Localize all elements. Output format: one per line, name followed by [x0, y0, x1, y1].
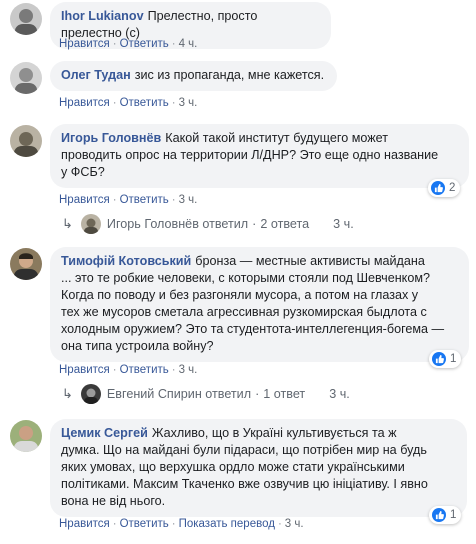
thumbs-up-icon	[432, 352, 446, 366]
comment-author[interactable]: Олег Тудан	[61, 68, 131, 82]
like-button[interactable]: Нравится	[59, 194, 110, 206]
comment-time[interactable]: 3 ч.	[179, 97, 198, 109]
show-translation-button[interactable]: Показать перевод	[179, 518, 275, 530]
reply-button[interactable]: Ответить	[120, 97, 169, 109]
comment-author[interactable]: Игорь Головнёв	[61, 131, 161, 145]
comment-author[interactable]: Цемик Сергей	[61, 426, 148, 440]
comment-time[interactable]: 3 ч.	[179, 364, 198, 376]
reply-button[interactable]: Ответить	[120, 38, 169, 50]
comment-text-line: холодным оружием? Это та студентота-инте…	[61, 322, 445, 336]
avatar[interactable]	[10, 248, 42, 280]
comment-actions: Нравится · Ответить · Показать перевод · 3 ч.	[59, 518, 304, 530]
comment-bubble: Тимофій Котовський бронза — местные актив…	[50, 247, 469, 362]
reaction-number: 2	[449, 182, 456, 194]
comment-text-line: вона не від нього.	[61, 494, 166, 508]
reply-button[interactable]: Ответить	[120, 364, 169, 376]
avatar[interactable]	[10, 3, 42, 35]
comment-text-line: Какой такой институт будущего может	[165, 131, 388, 145]
reaction-count[interactable]: 1	[429, 506, 462, 524]
replies-time: 3 ч.	[333, 217, 354, 231]
comment-text-line: Жахливо, що в Україні культивується та ж	[151, 426, 397, 440]
replies-count: 1 ответ	[263, 387, 306, 401]
reply-button[interactable]: Ответить	[120, 518, 169, 530]
thumbs-up-icon	[432, 508, 446, 522]
comment-text-line: політиками. Максим Ткаченко вже озвучив …	[61, 477, 428, 491]
comment-text-line: ... это те робкие человеки, с которыми с…	[61, 271, 430, 285]
reaction-number: 1	[450, 353, 457, 365]
comment-actions: Нравится · Ответить · 3 ч.	[59, 194, 198, 206]
comment-text-line: Когда по поводу и без разгоняли мусора, …	[61, 288, 419, 302]
reply-arrow-icon: ↳	[62, 216, 73, 231]
view-replies-link[interactable]: ↳ Игорь Головнёв ответил · 2 ответа 3 ч.	[62, 214, 354, 234]
comment-text-line: думка. Що на майдані були підараси, що п…	[61, 443, 427, 457]
comment-actions: Нравится · Ответить · 3 ч.	[59, 97, 198, 109]
comment-actions: Нравится · Ответить · 4 ч.	[59, 38, 198, 50]
replies-author: Игорь Головнёв ответил	[106, 217, 249, 231]
comment-author[interactable]: Тимофій Котовський	[61, 254, 191, 268]
like-button[interactable]: Нравится	[59, 38, 110, 50]
avatar[interactable]	[10, 420, 42, 452]
avatar	[80, 384, 101, 404]
comment-text: зис из пропаганда, мне кажется.	[134, 68, 325, 82]
reply-arrow-icon: ↳	[62, 386, 73, 401]
like-button[interactable]: Нравится	[59, 97, 110, 109]
replies-time: 3 ч.	[329, 387, 350, 401]
avatar[interactable]	[10, 125, 42, 157]
reaction-count[interactable]: 2	[428, 179, 461, 197]
reaction-count[interactable]: 1	[429, 350, 462, 368]
reaction-number: 1	[450, 509, 457, 521]
comment-time[interactable]: 3 ч.	[285, 518, 304, 530]
avatar[interactable]	[10, 62, 42, 94]
comment-text-line: проводить опрос на территории Л/ДНР? Это…	[61, 148, 439, 162]
comment-time[interactable]: 4 ч.	[179, 38, 198, 50]
comment-text-line: она типа устроила войну?	[61, 339, 214, 353]
reply-button[interactable]: Ответить	[120, 194, 169, 206]
like-button[interactable]: Нравится	[59, 364, 110, 376]
replies-author: Евгений Спирин ответил	[106, 387, 252, 401]
comment-text-line: яких умовах, що верхушка ордло може стат…	[61, 460, 405, 474]
like-button[interactable]: Нравится	[59, 518, 110, 530]
comment-bubble: Игорь Головнёв Какой такой институт будущ…	[50, 124, 469, 188]
replies-count: 2 ответа	[260, 217, 310, 231]
view-replies-link[interactable]: ↳ Евгений Спирин ответил · 1 ответ 3 ч.	[62, 384, 350, 404]
comment-author[interactable]: Ihor Lukianov	[61, 9, 144, 23]
comment-text-line: бронза — местные активисты майдана	[195, 254, 425, 268]
comment-time[interactable]: 3 ч.	[179, 194, 198, 206]
avatar	[80, 214, 101, 234]
comment-bubble: Олег Тудан зис из пропаганда, мне кажется…	[50, 61, 337, 91]
comment-bubble: Цемик Сергей Жахливо, що в Україні культи…	[50, 419, 467, 517]
comment-text-line: у ФСБ?	[61, 165, 105, 179]
comment-actions: Нравится · Ответить · 3 ч.	[59, 364, 198, 376]
comment-text-line: тех же мусоров сметала агрессивная рузко…	[61, 305, 427, 319]
thumbs-up-icon	[431, 181, 445, 195]
